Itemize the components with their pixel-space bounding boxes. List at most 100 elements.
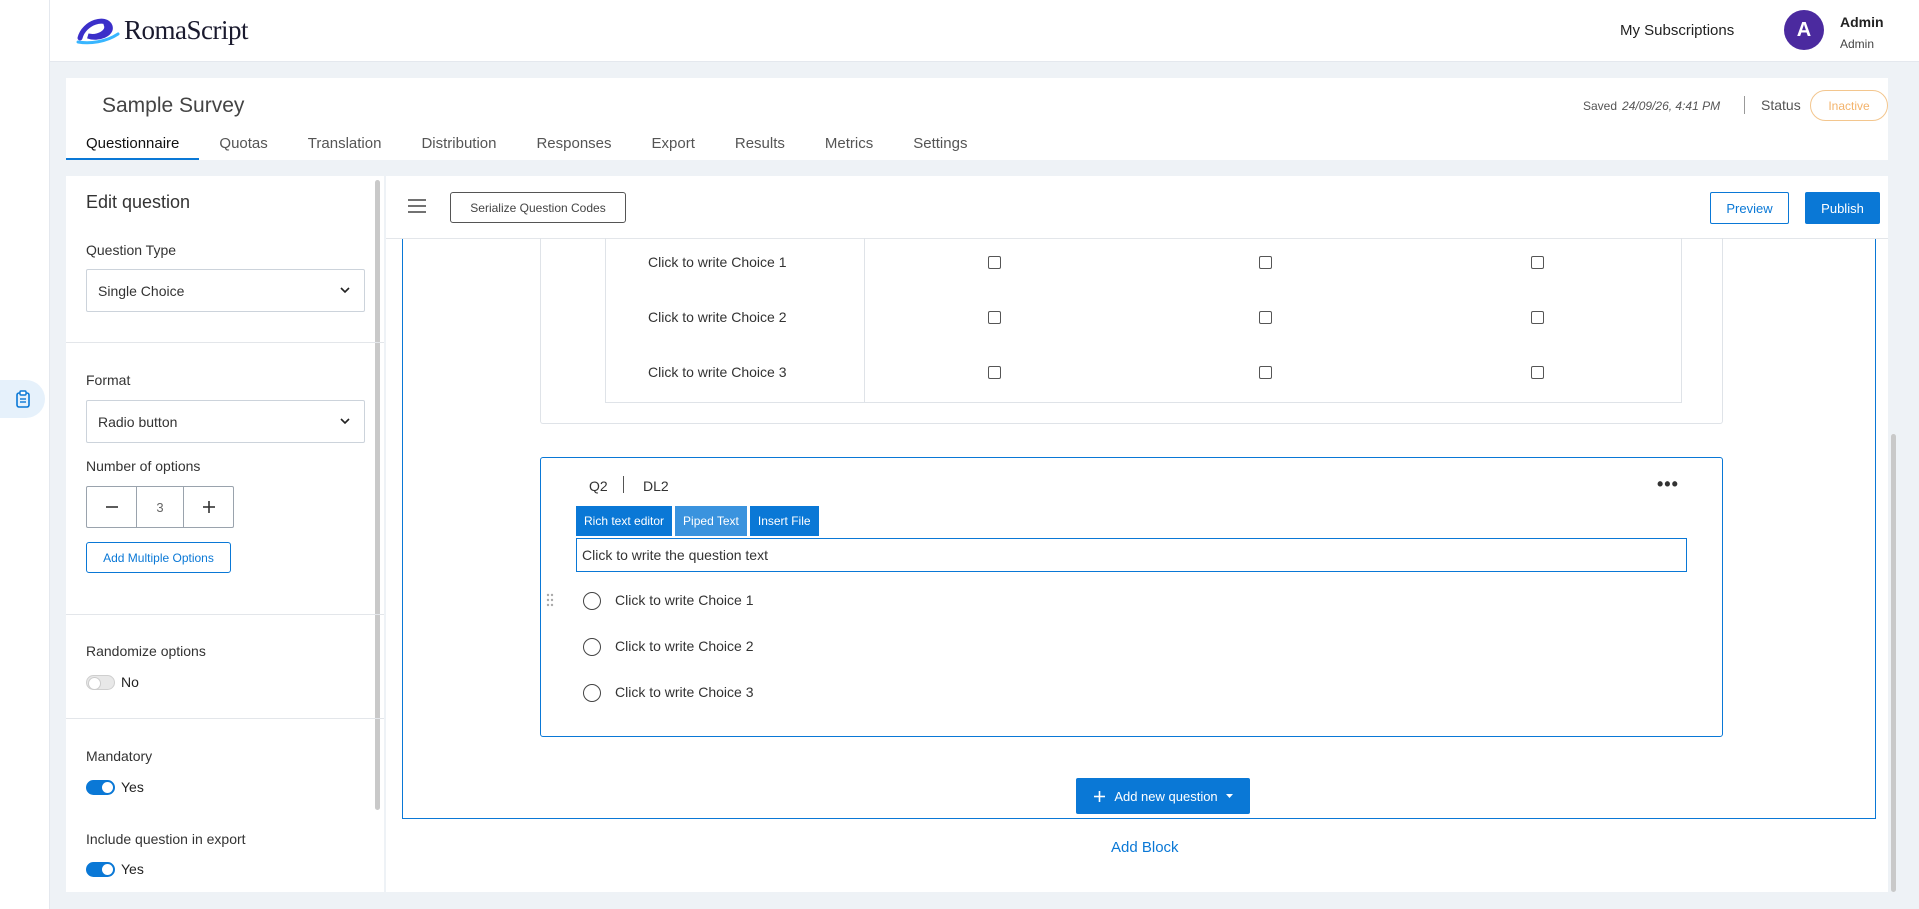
matrix-row-label[interactable]: Click to write Choice 1 bbox=[648, 254, 787, 270]
matrix-checkbox[interactable] bbox=[1259, 256, 1272, 269]
survey-title: Sample Survey bbox=[102, 94, 245, 117]
serialize-question-codes-button[interactable]: Serialize Question Codes bbox=[450, 192, 626, 223]
insert-file-button[interactable]: Insert File bbox=[749, 506, 819, 536]
tab-translation[interactable]: Translation bbox=[288, 133, 402, 160]
tab-export[interactable]: Export bbox=[632, 133, 715, 160]
matrix-checkbox[interactable] bbox=[988, 311, 1001, 324]
plus-icon bbox=[1094, 790, 1106, 802]
matrix-checkbox[interactable] bbox=[1531, 256, 1544, 269]
question-block: Click to write Choice 1 Click to write C… bbox=[402, 238, 1876, 819]
choice-radio[interactable] bbox=[583, 684, 601, 702]
randomize-toggle[interactable] bbox=[86, 675, 115, 690]
question-code[interactable]: Q2 bbox=[589, 478, 608, 494]
rich-text-editor-button[interactable]: Rich text editor bbox=[576, 506, 673, 536]
tab-quotas[interactable]: Quotas bbox=[199, 133, 287, 160]
survey-header: Sample Survey Saved 24/09/26, 4:41 PM Sta… bbox=[66, 78, 1888, 160]
editor-scrollbar[interactable] bbox=[1891, 434, 1896, 892]
question-text-toolbar: Rich text editor Piped Text Insert File bbox=[576, 506, 819, 536]
saved-indicator: Saved 24/09/26, 4:41 PM bbox=[1583, 99, 1720, 113]
edit-question-panel: Edit question Question Type Single Choic… bbox=[66, 176, 384, 892]
num-options-value[interactable]: 3 bbox=[136, 487, 184, 527]
plus-icon bbox=[202, 501, 215, 513]
mandatory-toggle[interactable] bbox=[86, 780, 115, 795]
survey-tabs: Questionnaire Quotas Translation Distrib… bbox=[66, 133, 987, 160]
saved-time: 24/09/26, 4:41 PM bbox=[1622, 99, 1721, 113]
randomize-label: Randomize options bbox=[86, 643, 206, 659]
app-logo[interactable]: RomaScript bbox=[76, 14, 249, 46]
clipboard-icon bbox=[15, 390, 30, 408]
mandatory-label: Mandatory bbox=[86, 748, 153, 764]
num-options-label: Number of options bbox=[86, 458, 201, 474]
code-divider bbox=[623, 476, 624, 493]
matrix-checkbox[interactable] bbox=[1531, 366, 1544, 379]
preview-button[interactable]: Preview bbox=[1710, 192, 1789, 224]
tab-responses[interactable]: Responses bbox=[516, 133, 631, 160]
question-type-value: Single Choice bbox=[98, 282, 185, 299]
increment-button[interactable] bbox=[184, 487, 233, 527]
add-new-question-button[interactable]: Add new question bbox=[1076, 778, 1250, 814]
avatar[interactable]: A bbox=[1784, 10, 1824, 50]
question-type-select[interactable]: Single Choice bbox=[86, 269, 365, 312]
include-export-toggle[interactable] bbox=[86, 862, 115, 877]
randomize-value: No bbox=[121, 674, 139, 690]
tab-metrics[interactable]: Metrics bbox=[805, 133, 893, 160]
tab-results[interactable]: Results bbox=[715, 133, 805, 160]
format-select[interactable]: Radio button bbox=[86, 400, 365, 443]
matrix-checkbox[interactable] bbox=[1531, 311, 1544, 324]
matrix-checkbox[interactable] bbox=[1259, 366, 1272, 379]
matrix-column-divider bbox=[864, 238, 865, 402]
status-label: Status bbox=[1761, 97, 1801, 113]
chevron-down-icon bbox=[340, 287, 350, 294]
decrement-button[interactable] bbox=[87, 487, 136, 527]
user-role: Admin bbox=[1840, 37, 1875, 51]
matrix-row-label[interactable]: Click to write Choice 2 bbox=[648, 309, 787, 325]
format-value: Radio button bbox=[98, 413, 178, 430]
publish-button[interactable]: Publish bbox=[1805, 192, 1880, 224]
include-export-value: Yes bbox=[121, 861, 144, 877]
panel-divider bbox=[66, 718, 384, 719]
add-block-link[interactable]: Add Block bbox=[1111, 839, 1179, 856]
choice-label[interactable]: Click to write Choice 1 bbox=[615, 592, 754, 608]
choice-radio[interactable] bbox=[583, 592, 601, 610]
matrix-row-label[interactable]: Click to write Choice 3 bbox=[648, 364, 787, 380]
panel-divider bbox=[66, 342, 384, 343]
choice-radio[interactable] bbox=[583, 638, 601, 656]
tab-settings[interactable]: Settings bbox=[893, 133, 987, 160]
piped-text-button[interactable]: Piped Text bbox=[675, 506, 747, 536]
saved-label: Saved bbox=[1583, 99, 1618, 113]
format-label: Format bbox=[86, 372, 131, 388]
tab-questionnaire[interactable]: Questionnaire bbox=[66, 133, 200, 160]
tab-distribution[interactable]: Distribution bbox=[401, 133, 516, 160]
logo-icon bbox=[76, 18, 120, 45]
rail-questionnaire-button[interactable] bbox=[0, 380, 45, 418]
more-options-icon[interactable]: ••• bbox=[1657, 474, 1679, 495]
mandatory-value: Yes bbox=[121, 779, 144, 795]
header-divider bbox=[1744, 96, 1745, 114]
question-card-q1[interactable]: Click to write Choice 1 Click to write C… bbox=[540, 238, 1723, 424]
matrix-checkbox[interactable] bbox=[988, 366, 1001, 379]
matrix-checkbox[interactable] bbox=[1259, 311, 1272, 324]
question-dl-code[interactable]: DL2 bbox=[643, 478, 669, 494]
choice-label[interactable]: Click to write Choice 3 bbox=[615, 684, 754, 700]
num-options-stepper: 3 bbox=[86, 486, 234, 528]
drag-handle-icon[interactable] bbox=[546, 593, 554, 607]
include-export-label: Include question in export bbox=[86, 831, 246, 847]
add-multiple-options-button[interactable]: Add Multiple Options bbox=[86, 542, 231, 573]
logo-text: RomaScript bbox=[124, 14, 249, 45]
left-rail bbox=[0, 0, 50, 909]
my-subscriptions-link[interactable]: My Subscriptions bbox=[1620, 22, 1734, 39]
hamburger-menu-icon[interactable] bbox=[408, 198, 426, 214]
choice-label[interactable]: Click to write Choice 2 bbox=[615, 638, 754, 654]
top-bar: RomaScript My Subscriptions A Admin Admi… bbox=[50, 0, 1919, 62]
question-type-label: Question Type bbox=[86, 242, 177, 258]
chevron-down-icon bbox=[340, 418, 350, 425]
editor-toolbar: Serialize Question Codes Preview Publish bbox=[386, 176, 1888, 239]
panel-title: Edit question bbox=[86, 192, 191, 212]
question-text-input[interactable]: Click to write the question text bbox=[576, 538, 1687, 572]
matrix-checkbox[interactable] bbox=[988, 256, 1001, 269]
minus-icon bbox=[105, 506, 118, 508]
question-card-q2[interactable]: Q2 DL2 ••• Rich text editor Piped Text I… bbox=[540, 457, 1723, 737]
status-badge[interactable]: Inactive bbox=[1810, 90, 1888, 121]
panel-scrollbar[interactable] bbox=[375, 180, 380, 810]
caret-down-icon bbox=[1225, 793, 1233, 798]
